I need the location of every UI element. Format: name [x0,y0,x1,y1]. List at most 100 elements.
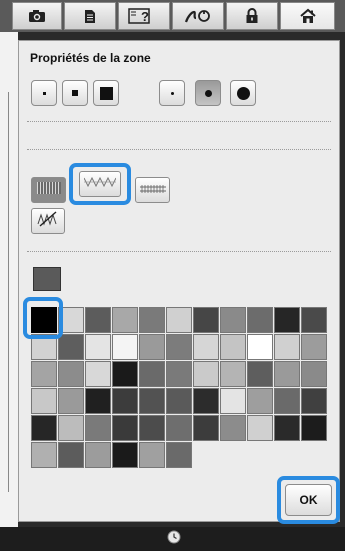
color-swatch[interactable] [166,334,192,360]
color-swatch[interactable] [112,415,138,441]
home-icon [299,8,316,24]
color-swatch[interactable] [139,334,165,360]
color-swatch[interactable] [112,361,138,387]
color-swatch[interactable] [220,388,246,414]
color-swatch[interactable] [139,388,165,414]
color-swatch[interactable] [301,361,327,387]
color-swatch[interactable] [85,415,111,441]
color-swatch[interactable] [85,334,111,360]
document-button[interactable] [64,2,116,30]
color-swatch[interactable] [58,442,84,468]
pattern-fill-2-button[interactable] [79,171,121,197]
large-square-button[interactable] [93,80,119,106]
divider [27,121,331,122]
no-fill-button[interactable] [31,208,65,234]
color-swatch[interactable] [85,388,111,414]
color-swatch[interactable] [166,307,192,333]
color-swatch[interactable] [220,361,246,387]
color-swatch[interactable] [220,307,246,333]
zigzag-stitch-icon [83,175,117,193]
left-margin [0,32,18,527]
color-swatch[interactable] [274,361,300,387]
color-swatch[interactable] [301,334,327,360]
color-swatch[interactable] [220,415,246,441]
ok-button[interactable]: OK [285,484,332,516]
color-swatch[interactable] [220,334,246,360]
color-swatch[interactable] [139,415,165,441]
large-square-icon [99,86,113,100]
color-swatch[interactable] [112,334,138,360]
color-swatch[interactable] [247,388,273,414]
small-dot-button[interactable] [159,80,185,106]
medium-square-button[interactable] [62,80,88,106]
color-swatch[interactable] [31,361,57,387]
color-swatch[interactable] [31,415,57,441]
divider [27,251,331,252]
color-swatch[interactable] [112,307,138,333]
color-swatch[interactable] [139,442,165,468]
color-swatch[interactable] [193,361,219,387]
help-button[interactable]: ? [118,2,170,30]
camera-icon [28,9,46,23]
color-swatch[interactable] [301,388,327,414]
color-swatch[interactable] [139,307,165,333]
large-dot-button[interactable] [230,80,256,106]
color-swatch[interactable] [166,388,192,414]
status-bar [0,527,345,551]
no-fill-icon [37,210,59,232]
color-swatch[interactable] [58,361,84,387]
color-swatch[interactable] [85,307,111,333]
color-swatch[interactable] [193,334,219,360]
area-properties-panel: Propriétés de la zone OK [18,40,340,524]
help-icon: ? [128,8,160,24]
color-swatch[interactable] [139,361,165,387]
color-swatch[interactable] [193,307,219,333]
color-swatch[interactable] [85,442,111,468]
divider [27,149,331,150]
stitch-settings-button[interactable] [172,2,224,30]
color-swatch[interactable] [166,442,192,468]
color-swatch[interactable] [247,307,273,333]
stitch-icon [183,8,213,24]
medium-dot-icon [204,89,212,97]
vertical-stitch-icon [36,181,61,199]
pattern-fill-3-button[interactable] [135,177,170,203]
color-swatch[interactable] [58,334,84,360]
color-swatch[interactable] [166,361,192,387]
color-swatch[interactable] [31,388,57,414]
lock-icon [245,8,259,24]
cross-stitch-icon [139,181,166,199]
home-button[interactable] [280,2,335,30]
color-swatch[interactable] [247,361,273,387]
current-color-preview [33,267,61,291]
color-swatch[interactable] [85,361,111,387]
camera-button[interactable] [12,2,62,30]
color-swatch[interactable] [301,415,327,441]
color-swatch[interactable] [58,388,84,414]
page-title: Propriétés de la zone [30,51,151,65]
medium-dot-button[interactable] [195,80,221,106]
color-swatch[interactable] [193,388,219,414]
color-swatch[interactable] [274,388,300,414]
color-swatch[interactable] [166,415,192,441]
small-dot-icon [170,91,174,95]
lock-button[interactable] [226,2,278,30]
pattern-fill-1-button[interactable] [31,177,66,203]
color-swatch[interactable] [274,307,300,333]
color-swatch[interactable] [274,334,300,360]
color-swatch[interactable] [58,415,84,441]
color-swatch[interactable] [301,307,327,333]
top-toolbar: ? [0,0,345,32]
clock-icon [167,530,181,549]
small-square-icon [42,91,46,95]
color-swatch[interactable] [193,415,219,441]
small-square-button[interactable] [31,80,57,106]
color-swatch[interactable] [112,388,138,414]
color-swatch[interactable] [247,334,273,360]
color-swatch[interactable] [274,415,300,441]
color-swatch[interactable] [112,442,138,468]
large-dot-icon [236,86,250,100]
svg-text:?: ? [141,9,149,24]
color-swatch[interactable] [247,415,273,441]
color-swatch[interactable] [31,442,57,468]
